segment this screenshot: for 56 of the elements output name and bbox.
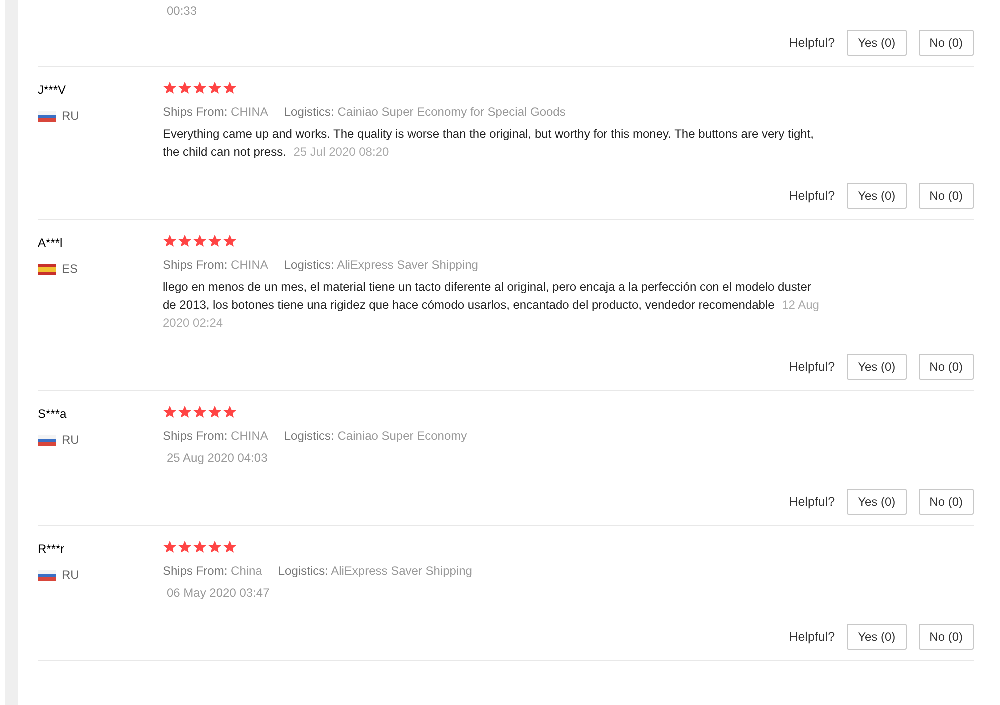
- helpful-label: Helpful?: [789, 628, 836, 646]
- reviewer-name: A***l: [38, 235, 64, 252]
- review-text: Everything came up and works. The quality is worse than the original, but worthy for this money. The buttons are very tight, the child can not press. 25 Jul 2020 08:20: [163, 126, 815, 161]
- star-icon: [163, 81, 177, 95]
- country-code: RU: [62, 108, 80, 125]
- star-icon: [193, 405, 207, 419]
- review-date: 00:33: [166, 3, 198, 20]
- country-code: RU: [62, 567, 80, 584]
- star-icon: [163, 234, 177, 248]
- star-icon: [178, 234, 192, 248]
- country-code: RU: [62, 432, 80, 449]
- star-icon: [208, 81, 222, 95]
- review-date: 25 Aug 2020 04:03: [166, 450, 269, 467]
- star-icon: [193, 234, 207, 248]
- yes-vote-button[interactable]: Yes (0): [847, 489, 907, 515]
- reviewer-name: S***a: [38, 406, 68, 423]
- yes-vote-button[interactable]: Yes (0): [847, 183, 907, 209]
- helpful-label: Helpful?: [789, 358, 836, 376]
- star-icon: [223, 540, 237, 554]
- yes-vote-button[interactable]: Yes (0): [847, 30, 907, 56]
- yes-vote-button[interactable]: Yes (0): [847, 354, 907, 380]
- ships-from-text: Ships From: CHINA: [163, 104, 268, 121]
- ships-from-text: Ships From: CHINA: [163, 428, 268, 445]
- star-icon: [208, 405, 222, 419]
- star-icon: [178, 81, 192, 95]
- ships-from-text: Ships From: China: [163, 563, 262, 580]
- country-code: ES: [62, 261, 78, 278]
- logistics-text: Logistics: Cainiao Super Economy: [284, 428, 468, 445]
- review-text: llego en menos de un mes, el material tiene un tacto diferente al original, pero encaja a la perfección con el modelo duster de 2013, los botones tiene una rigidez que hace cómodo usarlos, encantado del producto, vendedor recomendable 12 Aug 2020 02:24: [163, 279, 820, 332]
- logistics-text: Logistics: Cainiao Super Economy for Special Goods: [284, 104, 566, 121]
- helpful-label: Helpful?: [789, 494, 836, 511]
- star-icon: [178, 540, 192, 554]
- ships-from-text: Ships From: CHINA: [163, 257, 268, 274]
- star-icon: [163, 405, 177, 419]
- star-icon: [223, 234, 237, 248]
- helpful-label: Helpful?: [789, 34, 836, 52]
- logistics-text: Logistics: AliExpress Saver Shipping: [284, 257, 478, 274]
- star-icon: [208, 234, 222, 248]
- no-vote-button[interactable]: No (0): [918, 354, 974, 380]
- star-icon: [208, 540, 222, 554]
- yes-vote-button[interactable]: Yes (0): [847, 624, 907, 650]
- star-icon: [223, 405, 237, 419]
- star-icon: [178, 405, 192, 419]
- no-vote-button[interactable]: No (0): [918, 624, 974, 650]
- no-vote-button[interactable]: No (0): [918, 30, 974, 56]
- star-icon: [223, 81, 237, 95]
- star-icon: [193, 540, 207, 554]
- star-icon: [163, 540, 177, 554]
- helpful-label: Helpful?: [789, 188, 836, 205]
- reviewer-name: R***r: [38, 541, 66, 558]
- reviewer-name: J***V: [38, 82, 68, 99]
- review-date: 06 May 2020 03:47: [166, 585, 271, 602]
- star-icon: [193, 81, 207, 95]
- no-vote-button[interactable]: No (0): [918, 489, 974, 515]
- no-vote-button[interactable]: No (0): [918, 183, 974, 209]
- logistics-text: Logistics: AliExpress Saver Shipping: [278, 563, 472, 580]
